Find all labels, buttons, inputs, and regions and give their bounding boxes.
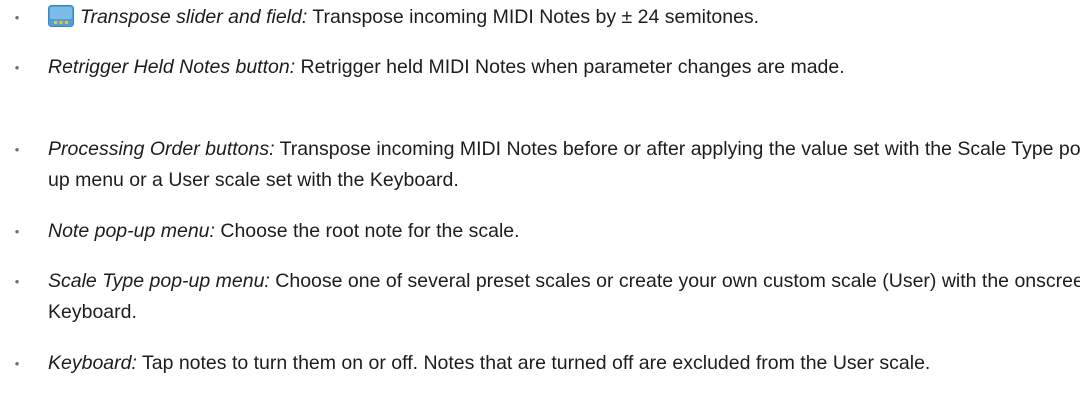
bullet: • (14, 274, 20, 289)
document: • Transpose slider and field: Transpose … (0, 0, 1080, 408)
item-term: Keyboard: (48, 352, 137, 374)
list-item-processing-order: • Processing Order buttons: Transpose in… (10, 134, 1080, 196)
list-item-scale-type: • Scale Type pop-up menu: Choose one of … (10, 266, 1080, 328)
bullet: • (14, 60, 20, 75)
list-item-note-menu: • Note pop-up menu: Choose the root note… (10, 216, 1080, 247)
item-description: Tap notes to turn them on or off. Notes … (136, 352, 931, 374)
item-term: Processing Order buttons: (48, 138, 275, 160)
list-item-retrigger: • Retrigger Held Notes button: Retrigger… (10, 52, 1080, 83)
item-term: Retrigger Held Notes button: (48, 56, 296, 78)
list-item-keyboard: • Keyboard: Tap notes to turn them on or… (10, 348, 1080, 379)
item-description: Transpose incoming MIDI Notes by ± 24 se… (307, 6, 760, 28)
list-item-transpose: • Transpose slider and field: Transpose … (10, 2, 1080, 33)
item-term: Scale Type pop-up menu: (48, 270, 270, 292)
transpose-widget-icon (48, 5, 74, 27)
bullet: • (14, 356, 20, 371)
item-description: Choose the root note for the scale. (214, 220, 520, 242)
item-description: Retrigger held MIDI Notes when parameter… (295, 56, 845, 78)
bullet: • (14, 10, 20, 25)
item-term: Note pop-up menu: (48, 220, 215, 242)
bullet: • (14, 224, 20, 239)
item-term: Transpose slider and field: (80, 6, 308, 28)
bullet: • (14, 142, 20, 157)
